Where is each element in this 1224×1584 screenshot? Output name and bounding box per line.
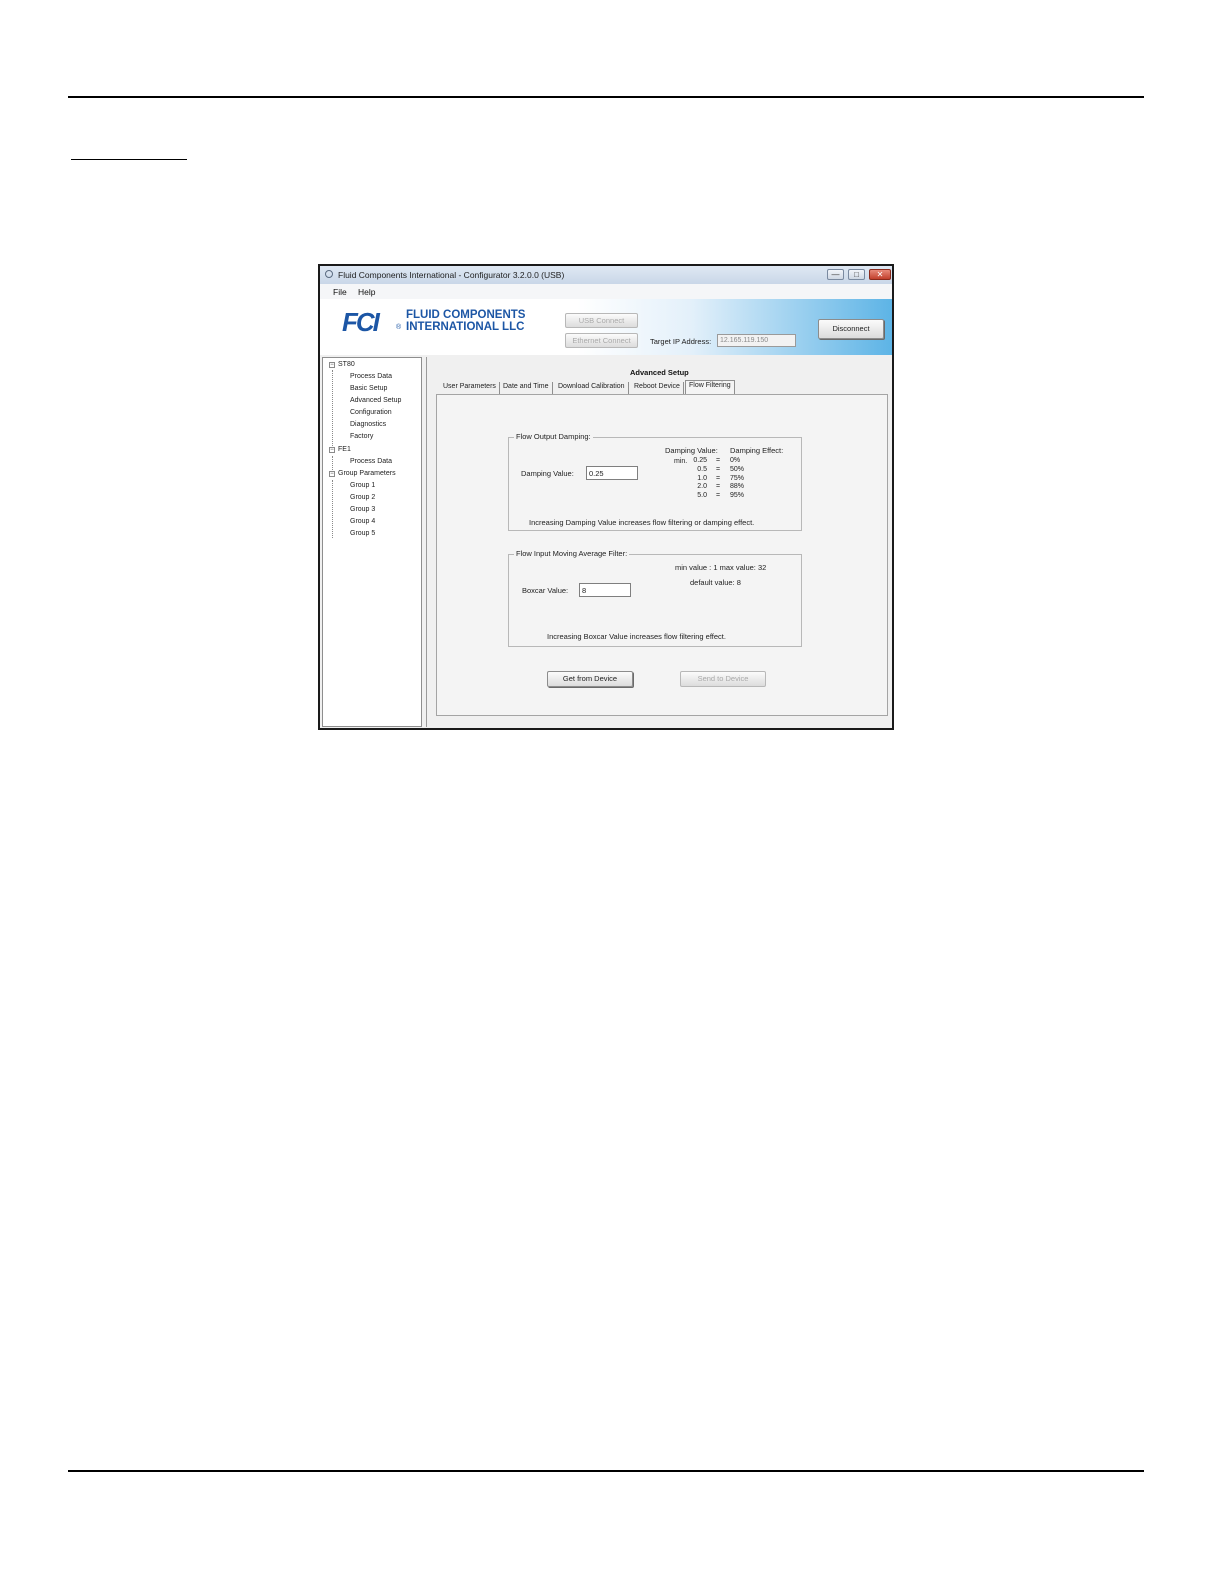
tree-item-advanced-setup[interactable]: Advanced Setup	[350, 397, 401, 404]
damping-row-value: 0.25	[693, 457, 707, 464]
damping-row-value: 1.0	[697, 474, 707, 482]
minimize-icon[interactable]: —	[827, 269, 844, 280]
damping-row-effect: 95%	[730, 492, 745, 500]
tree-item-fe1[interactable]: FE1	[338, 446, 351, 453]
collapse-icon[interactable]: −	[329, 471, 335, 477]
damping-row-sep: =	[716, 492, 721, 500]
boxcar-value-label: Boxcar Value:	[522, 586, 569, 595]
company-name-line1: FLUID COMPONENTS	[406, 309, 526, 321]
tree-item-st80[interactable]: ST80	[338, 361, 355, 368]
tree-item-basic-setup[interactable]: Basic Setup	[350, 385, 387, 392]
damping-row-value: 0.5	[697, 465, 707, 473]
close-icon[interactable]: ✕	[869, 269, 891, 280]
boxcar-range-text: min value : 1 max value: 32	[675, 563, 767, 572]
tree-guide	[332, 456, 333, 470]
moving-average-filter-group: Flow Input Moving Average Filter: min va…	[508, 549, 802, 647]
menu-file[interactable]: File	[333, 287, 347, 297]
page-bottom-rule	[68, 1470, 1144, 1472]
panel-title: Advanced Setup	[630, 368, 689, 377]
tab-date-and-time[interactable]: Date and Time	[500, 382, 553, 394]
send-to-device-button[interactable]: Send to Device	[680, 671, 766, 687]
tree-item-factory[interactable]: Factory	[350, 433, 373, 440]
damping-row-effect: 50%	[730, 465, 745, 473]
tree-item-group-parameters[interactable]: Group Parameters	[338, 470, 396, 477]
tree-item-fe1-process-data[interactable]: Process Data	[350, 458, 392, 465]
damping-row-sep: =	[716, 483, 721, 491]
navigation-tree: − ST80 Process Data Basic Setup Advanced…	[322, 357, 422, 727]
boxcar-note: Increasing Boxcar Value increases flow f…	[547, 632, 726, 641]
min-label: min.	[674, 458, 688, 465]
damping-value-header: Damping Value:	[665, 446, 718, 455]
damping-row-sep: =	[716, 457, 721, 464]
damping-value-input[interactable]: 0.25	[586, 466, 638, 480]
damping-group-title: Flow Output Damping:	[514, 432, 593, 441]
page-top-rule	[68, 96, 1144, 98]
header-banner: FCI ® FLUID COMPONENTS INTERNATIONAL LLC…	[320, 299, 892, 355]
tree-guide	[332, 370, 333, 452]
get-from-device-button[interactable]: Get from Device	[547, 671, 633, 687]
damping-row-effect: 0%	[730, 457, 741, 464]
tree-item-configuration[interactable]: Configuration	[350, 409, 392, 416]
section-heading-underline	[71, 159, 187, 160]
boxcar-group-title: Flow Input Moving Average Filter:	[514, 549, 630, 558]
menu-bar: File Help	[320, 284, 892, 299]
window-title: Fluid Components International - Configu…	[338, 270, 565, 280]
tree-item-group-3[interactable]: Group 3	[350, 506, 375, 513]
tree-item-group-1[interactable]: Group 1	[350, 482, 375, 489]
tree-item-group-4[interactable]: Group 4	[350, 518, 375, 525]
tree-item-group-2[interactable]: Group 2	[350, 494, 375, 501]
flow-output-damping-group: Flow Output Damping: Damping Value: 0.25…	[508, 432, 802, 531]
disconnect-button[interactable]: Disconnect	[818, 319, 884, 339]
fci-logo: FCI	[342, 307, 380, 337]
app-icon	[325, 270, 333, 278]
target-ip-field[interactable]: 12.165.119.150	[717, 334, 796, 347]
logo-registered-mark: ®	[396, 324, 402, 331]
maximize-icon[interactable]: □	[848, 269, 865, 280]
configurator-window: Fluid Components International - Configu…	[318, 264, 894, 730]
company-name-line2: INTERNATIONAL LLC	[406, 321, 525, 333]
splitter[interactable]	[426, 357, 427, 727]
damping-row-effect: 75%	[730, 474, 745, 482]
damping-row-value: 2.0	[697, 483, 707, 491]
damping-row-effect: 88%	[730, 483, 745, 491]
company-name: FLUID COMPONENTS INTERNATIONAL LLC	[406, 309, 525, 333]
usb-connect-button[interactable]: USB Connect	[565, 313, 638, 328]
tab-flow-filtering[interactable]: Flow Filtering	[685, 380, 735, 395]
title-bar: Fluid Components International - Configu…	[320, 266, 892, 284]
boxcar-value-input[interactable]: 8	[579, 583, 631, 597]
boxcar-default-text: default value: 8	[690, 578, 741, 587]
tab-download-calibration[interactable]: Download Calibration	[555, 382, 629, 394]
tab-user-parameters[interactable]: User Parameters	[440, 382, 500, 394]
tree-guide	[332, 480, 333, 538]
tree-item-diagnostics[interactable]: Diagnostics	[350, 421, 386, 428]
damping-effect-header: Damping Effect:	[730, 446, 784, 455]
damping-row-sep: =	[716, 474, 721, 482]
damping-row-sep: =	[716, 465, 721, 473]
collapse-icon[interactable]: −	[329, 362, 335, 368]
ethernet-connect-button[interactable]: Ethernet Connect	[565, 333, 638, 348]
damping-row-value: 5.0	[697, 492, 707, 500]
tree-item-process-data[interactable]: Process Data	[350, 373, 392, 380]
damping-value-label: Damping Value:	[521, 469, 574, 478]
damping-note: Increasing Damping Value increases flow …	[529, 518, 755, 527]
collapse-icon[interactable]: −	[329, 447, 335, 453]
tab-reboot-device[interactable]: Reboot Device	[631, 382, 684, 394]
target-ip-label: Target IP Address:	[650, 337, 712, 346]
menu-help[interactable]: Help	[358, 287, 375, 297]
flow-filtering-panel: Flow Output Damping: Damping Value: 0.25…	[436, 394, 888, 716]
tree-item-group-5[interactable]: Group 5	[350, 530, 375, 537]
